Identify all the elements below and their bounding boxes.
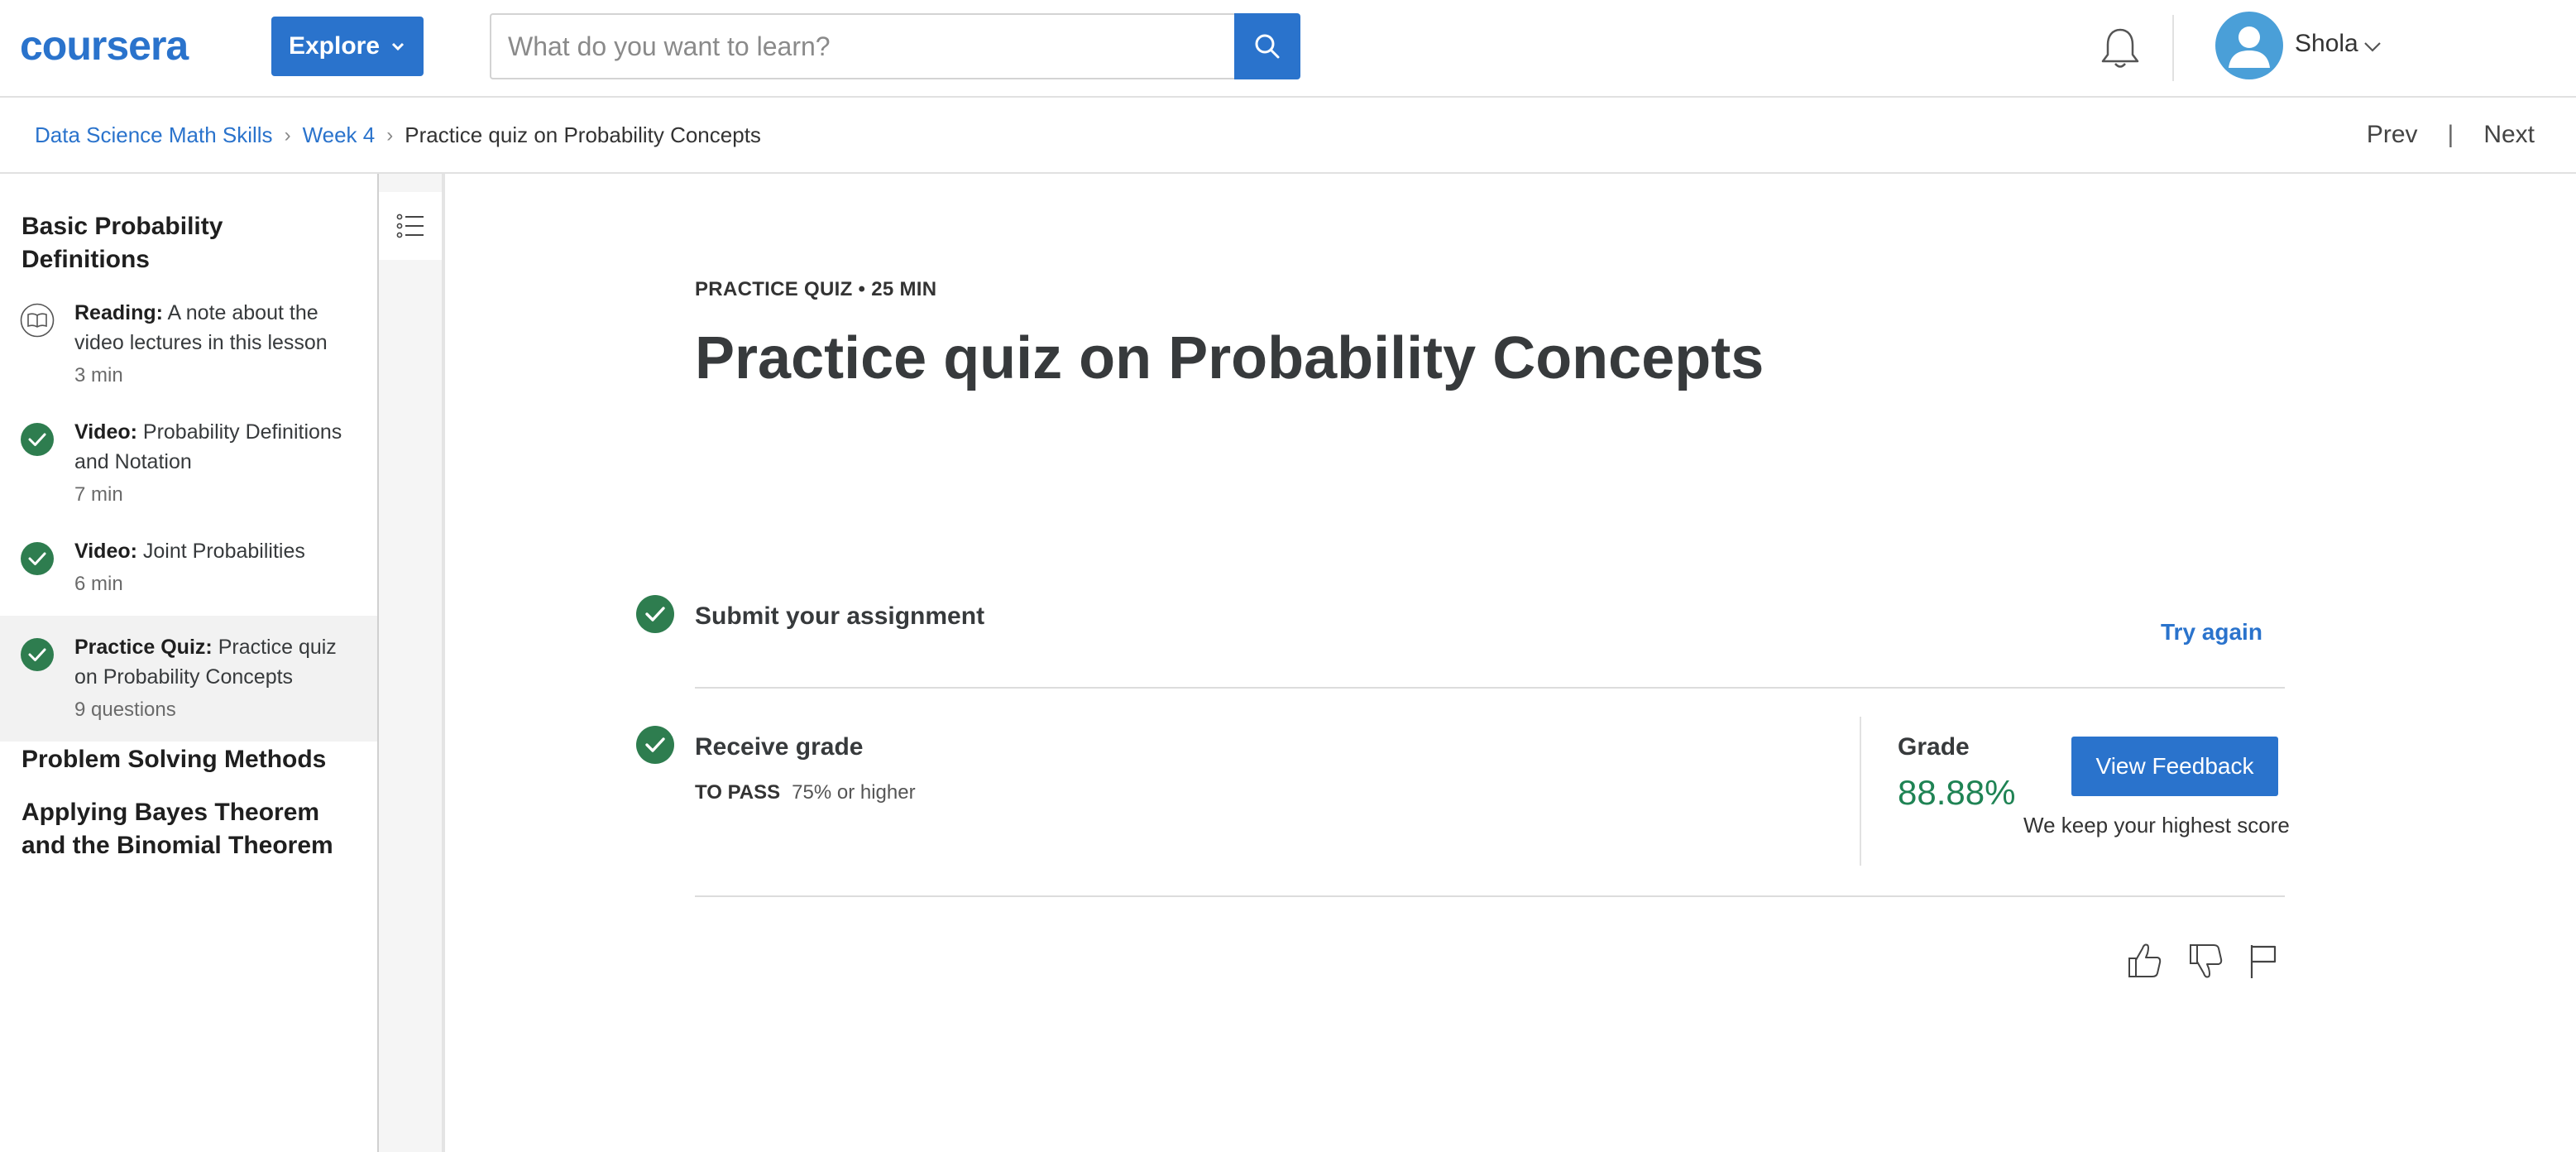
receive-grade-title: Receive grade xyxy=(695,733,864,761)
item-meta: 7 min xyxy=(74,483,123,506)
sidebar-item-text: Reading: A note about the video lectures… xyxy=(74,298,347,391)
search-button[interactable] xyxy=(1234,13,1300,79)
sidebar-item-practice-quiz[interactable]: Practice Quiz: Practice quiz on Probabil… xyxy=(0,616,377,742)
nav-divider: | xyxy=(2447,121,2454,148)
breadcrumb-bar: Data Science Math Skills › Week 4 › Prac… xyxy=(0,98,2576,174)
chevron-down-icon xyxy=(391,42,405,51)
check-circle-icon xyxy=(636,595,674,633)
coursera-logo[interactable]: coursera xyxy=(20,22,189,70)
to-pass-requirement: TO PASS 75% or higher xyxy=(695,781,916,804)
page-title: Practice quiz on Probability Concepts xyxy=(695,325,1764,391)
sidebar-item-text: Practice Quiz: Practice quiz on Probabil… xyxy=(74,632,347,725)
item-type: Practice Quiz: xyxy=(74,636,213,659)
breadcrumb-week[interactable]: Week 4 xyxy=(303,122,376,148)
chevron-right-icon: › xyxy=(284,123,291,146)
sidebar-item-reading[interactable]: Reading: A note about the video lectures… xyxy=(0,295,377,407)
divider xyxy=(695,687,2285,689)
grade-label: Grade xyxy=(1898,733,1970,761)
search-input[interactable] xyxy=(490,13,1234,79)
breadcrumb-current: Practice quiz on Probability Concepts xyxy=(405,122,761,147)
try-again-link[interactable]: Try again xyxy=(2161,619,2262,646)
header-divider xyxy=(2172,15,2174,81)
sidebar-section-bayes-binomial[interactable]: Applying Bayes Theorem and the Binomial … xyxy=(22,796,369,862)
chevron-right-icon: › xyxy=(386,123,394,146)
prev-link[interactable]: Prev xyxy=(2367,121,2418,149)
breadcrumb: Data Science Math Skills › Week 4 › Prac… xyxy=(35,122,761,148)
check-circle-icon xyxy=(636,726,674,764)
grade-value: 88.88% xyxy=(1898,773,2016,812)
item-meta: 9 questions xyxy=(74,698,176,721)
check-circle-icon xyxy=(21,542,54,575)
divider xyxy=(695,895,2285,897)
item-meta: 6 min xyxy=(74,573,123,595)
item-type: Video: xyxy=(74,420,137,444)
book-icon xyxy=(20,303,55,338)
sidebar-rail xyxy=(379,174,445,1152)
thumbs-down-icon[interactable] xyxy=(2186,940,2225,982)
outline-toggle-button[interactable] xyxy=(379,192,442,260)
sidebar-item-video-definitions[interactable]: Video: Probability Definitions and Notat… xyxy=(0,414,377,526)
sidebar-section-basic-probability[interactable]: Basic Probability Definitions xyxy=(22,210,352,276)
outline-list-icon xyxy=(396,214,424,238)
sidebar-item-text: Video: Probability Definitions and Notat… xyxy=(74,417,347,510)
search-icon xyxy=(1255,34,1280,59)
bell-icon[interactable] xyxy=(2098,25,2143,71)
item-type: Video: xyxy=(74,540,137,563)
item-type: Reading: xyxy=(74,301,163,324)
next-link[interactable]: Next xyxy=(2483,121,2535,149)
thumbs-up-icon[interactable] xyxy=(2124,940,2164,982)
to-pass-label: TO PASS xyxy=(695,781,781,804)
breadcrumb-course[interactable]: Data Science Math Skills xyxy=(35,122,273,148)
submit-assignment-title: Submit your assignment xyxy=(695,602,985,630)
explore-button[interactable]: Explore xyxy=(271,17,424,76)
sidebar-section-problem-solving[interactable]: Problem Solving Methods xyxy=(22,743,369,776)
flag-icon[interactable] xyxy=(2243,940,2283,982)
user-avatar-icon[interactable] xyxy=(2215,12,2283,79)
item-title: Joint Probabilities xyxy=(142,540,305,563)
explore-label: Explore xyxy=(288,32,381,60)
item-eyebrow: PRACTICE QUIZ • 25 MIN xyxy=(695,278,937,300)
to-pass-value: 75% or higher xyxy=(792,781,916,804)
view-feedback-button[interactable]: View Feedback xyxy=(2071,737,2278,796)
sidebar-item-video-joint[interactable]: Video: Joint Probabilities 6 min xyxy=(0,533,377,616)
top-header: coursera Explore Shola xyxy=(0,0,2576,98)
course-sidebar: Basic Probability Definitions Reading: A… xyxy=(0,174,379,1152)
check-circle-icon xyxy=(21,638,54,671)
check-circle-icon xyxy=(21,423,54,456)
grade-divider xyxy=(1860,717,1861,866)
user-name[interactable]: Shola xyxy=(2295,30,2358,58)
sidebar-item-text: Video: Joint Probabilities 6 min xyxy=(74,536,347,599)
search-bar xyxy=(490,13,1300,79)
highest-score-note: We keep your highest score xyxy=(2023,813,2290,838)
item-meta: 3 min xyxy=(74,364,123,386)
chevron-down-icon[interactable] xyxy=(2363,38,2382,55)
prev-next-nav: Prev | Next xyxy=(2367,121,2535,149)
